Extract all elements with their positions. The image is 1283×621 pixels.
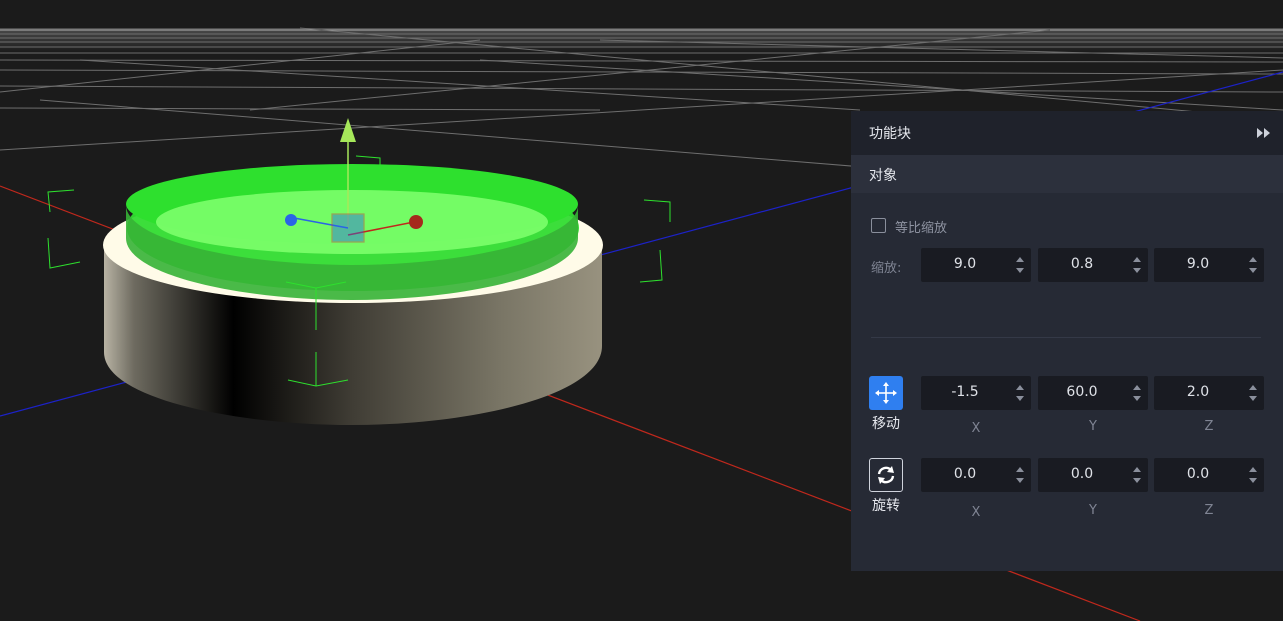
rotate-label: 旋转 (872, 498, 900, 514)
rotate-z-value: 0.0 (1186, 466, 1210, 482)
panel-divider (871, 337, 1261, 338)
rotate-y-input[interactable]: 0.0 (1038, 458, 1148, 492)
uniform-scale-checkbox[interactable] (871, 218, 886, 233)
rotate-tool-button[interactable] (869, 458, 903, 492)
spinner-arrows-icon[interactable] (1248, 254, 1258, 276)
move-z-input[interactable]: 2.0 (1154, 376, 1264, 410)
scale-y-value: 0.8 (1070, 256, 1094, 272)
panel-title: 功能块 (869, 126, 911, 142)
panel-header: 功能块 (851, 111, 1283, 155)
rotate-y-value: 0.0 (1070, 466, 1094, 482)
move-z-value: 2.0 (1186, 384, 1210, 400)
uniform-scale-label: 等比缩放 (895, 221, 948, 236)
scale-y-input[interactable]: 0.8 (1038, 248, 1148, 282)
rotate-x-input[interactable]: 0.0 (921, 458, 1031, 492)
scale-z-input[interactable]: 9.0 (1154, 248, 1264, 282)
move-arrows-icon (875, 382, 897, 404)
section-title: 对象 (869, 168, 897, 184)
spinner-arrows-icon[interactable] (1248, 382, 1258, 404)
properties-panel: 功能块 对象 等比缩放 缩放: 9.0 0.8 9.0 移动 -1.5 60.0… (851, 111, 1283, 571)
rotate-x-value: 0.0 (953, 466, 977, 482)
move-axis-label-y: Y (1089, 419, 1097, 434)
rotate-axis-label-y: Y (1089, 503, 1097, 518)
double-chevron-right-icon[interactable] (1253, 122, 1275, 144)
spinner-arrows-icon[interactable] (1015, 464, 1025, 486)
rotate-axis-label-z: Z (1204, 503, 1214, 518)
move-axis-label-x: X (971, 421, 981, 436)
rotate-axis-label-x: X (971, 505, 981, 520)
move-tool-button[interactable] (869, 376, 903, 410)
spinner-arrows-icon[interactable] (1132, 254, 1142, 276)
spinner-arrows-icon[interactable] (1132, 464, 1142, 486)
spinner-arrows-icon[interactable] (1015, 254, 1025, 276)
spinner-arrows-icon[interactable] (1248, 464, 1258, 486)
scale-x-input[interactable]: 9.0 (921, 248, 1031, 282)
cylinder-object[interactable] (103, 164, 603, 425)
rotate-arrows-icon (877, 466, 895, 484)
scale-z-value: 9.0 (1186, 256, 1210, 272)
rotate-z-input[interactable]: 0.0 (1154, 458, 1264, 492)
scale-x-value: 9.0 (953, 256, 977, 272)
spinner-arrows-icon[interactable] (1015, 382, 1025, 404)
scale-label: 缩放: (871, 261, 902, 276)
move-axis-label-z: Z (1204, 419, 1214, 434)
spinner-arrows-icon[interactable] (1132, 382, 1142, 404)
move-x-value: -1.5 (951, 384, 979, 400)
move-y-value: 60.0 (1066, 384, 1098, 400)
move-x-input[interactable]: -1.5 (921, 376, 1031, 410)
object-section-header[interactable]: 对象 (851, 155, 1283, 193)
move-label: 移动 (872, 416, 900, 432)
move-y-input[interactable]: 60.0 (1038, 376, 1148, 410)
